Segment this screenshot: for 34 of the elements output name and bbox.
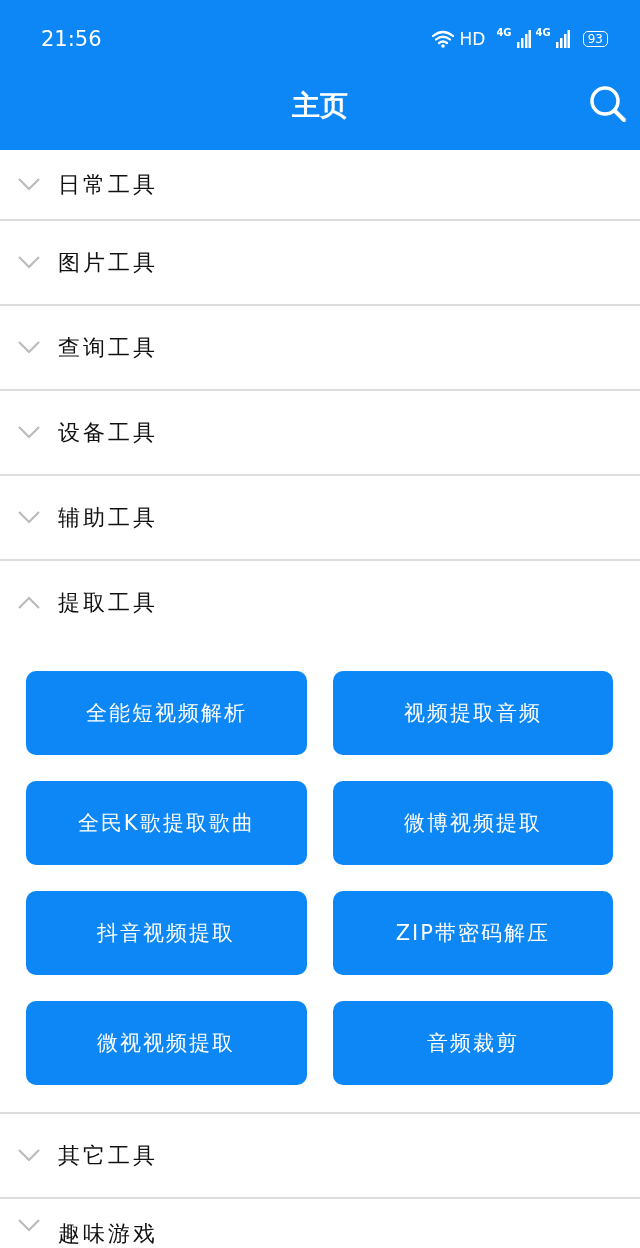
chevron-up-icon <box>18 596 40 609</box>
signal-bars-icon <box>555 30 570 48</box>
hd-label: HD <box>459 29 486 49</box>
category-row[interactable]: 查询工具 <box>0 306 640 389</box>
search-icon[interactable] <box>588 84 628 124</box>
tool-button[interactable]: 微视视频提取 <box>26 1001 307 1085</box>
tool-button[interactable]: 微博视频提取 <box>332 781 613 865</box>
category-row[interactable]: 提取工具 <box>0 561 640 644</box>
signal-label: 4G <box>535 27 551 38</box>
category-row[interactable]: 日常工具 <box>0 150 640 219</box>
tool-button[interactable]: 抖音视频提取 <box>26 891 307 975</box>
tool-button[interactable]: 全能短视频解析 <box>26 671 307 755</box>
category-row[interactable]: 图片工具 <box>0 221 640 304</box>
chevron-down-icon <box>18 341 40 354</box>
chevron-down-icon <box>18 1219 40 1232</box>
tool-button[interactable]: 视频提取音频 <box>332 671 613 755</box>
tool-button[interactable]: ZIP带密码解压 <box>332 891 613 975</box>
chevron-down-icon <box>18 256 40 269</box>
chevron-down-icon <box>18 178 40 191</box>
chevron-down-icon <box>18 511 40 524</box>
chevron-down-icon <box>18 1149 40 1162</box>
category-row[interactable]: 设备工具 <box>0 391 640 474</box>
battery-level: 93 <box>582 31 608 47</box>
tool-button[interactable]: 音频裁剪 <box>332 1001 613 1085</box>
signal-label: 4G <box>496 27 512 38</box>
tool-button[interactable]: 全民K歌提取歌曲 <box>26 781 307 865</box>
chevron-down-icon <box>18 426 40 439</box>
wifi-icon <box>430 30 455 48</box>
category-row[interactable]: 辅助工具 <box>0 476 640 559</box>
page-title: 主页 <box>292 88 348 124</box>
status-time: 21:56 <box>41 27 102 51</box>
category-row[interactable]: 其它工具 <box>0 1114 640 1197</box>
signal-bars-icon <box>516 30 531 48</box>
category-row[interactable]: 趣味游戏 <box>0 1199 640 1248</box>
